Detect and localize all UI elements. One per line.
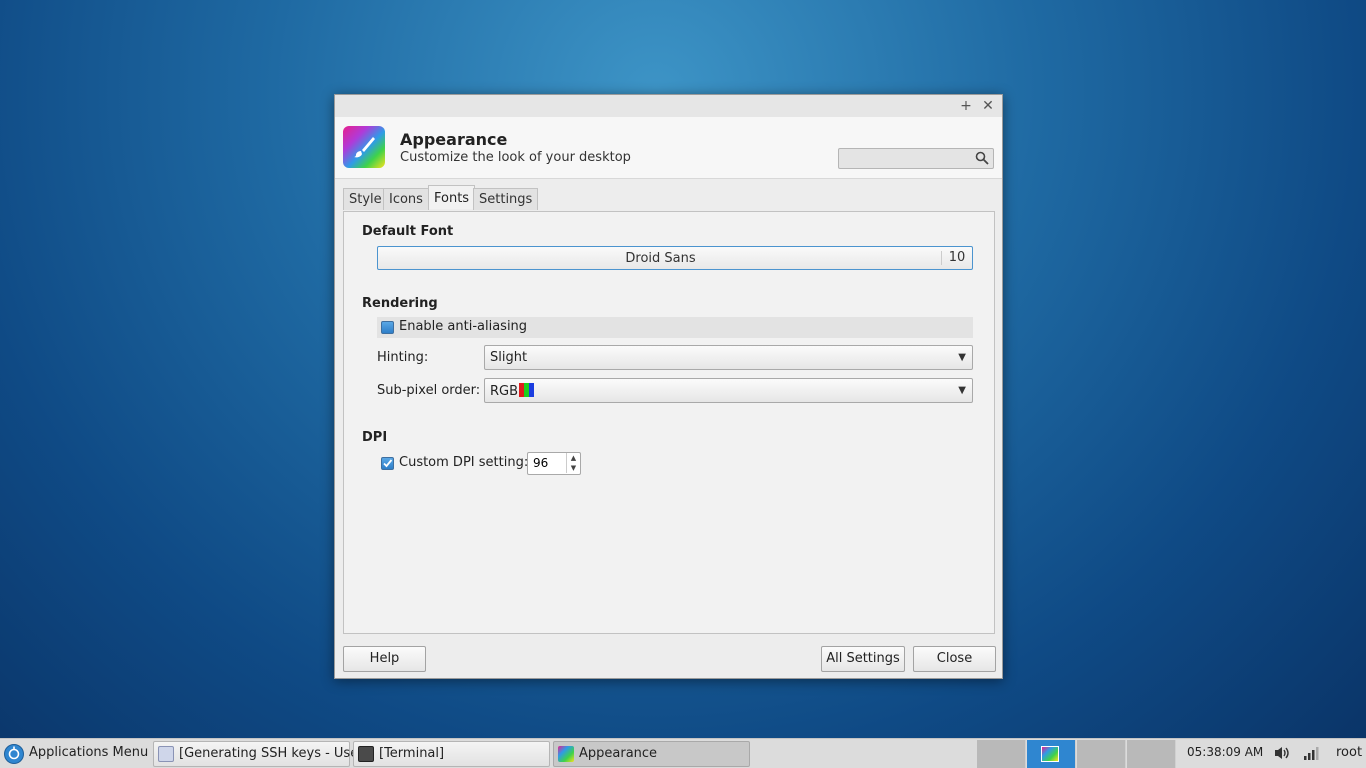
dpi-input[interactable] <box>531 455 569 471</box>
dpi-heading: DPI <box>362 430 388 445</box>
all-settings-button[interactable]: All Settings <box>821 646 905 672</box>
spin-up-icon[interactable]: ▲ <box>566 453 580 463</box>
appearance-window: + ✕ Appearance Customize the look of you… <box>334 94 1003 679</box>
default-font-heading: Default Font <box>362 224 454 239</box>
subpixel-value: RGB <box>490 384 519 399</box>
subpixel-value-wrap: RGB <box>490 383 535 399</box>
terminal-icon <box>358 746 374 762</box>
close-button[interactable]: Close <box>913 646 996 672</box>
hinting-select[interactable]: Slight ▼ <box>484 345 973 370</box>
task-appearance[interactable]: Appearance <box>553 741 750 767</box>
font-name: Droid Sans <box>625 251 696 266</box>
workspace-1[interactable] <box>977 740 1026 768</box>
applications-menu-label: Applications Menu <box>29 745 149 760</box>
workspace-4[interactable] <box>1127 740 1176 768</box>
task-terminal[interactable]: [Terminal] <box>353 741 550 767</box>
subpixel-select[interactable]: RGB ▼ <box>484 378 973 403</box>
font-size: 10 <box>941 251 972 265</box>
volume-icon[interactable] <box>1273 745 1291 765</box>
appearance-icon <box>1041 746 1059 762</box>
taskbar: Applications Menu [Generating SSH keys -… <box>0 738 1366 768</box>
font-chooser-button[interactable]: Droid Sans 10 <box>377 246 973 270</box>
subpixel-label: Sub-pixel order: <box>377 383 481 398</box>
applications-menu-icon <box>4 744 24 764</box>
task-label: [Generating SSH keys - User... <box>179 746 375 761</box>
browser-icon <box>158 746 174 762</box>
help-button[interactable]: Help <box>343 646 426 672</box>
antialias-checkbox[interactable] <box>381 321 394 334</box>
antialias-label: Enable anti-aliasing <box>399 319 528 334</box>
task-label: Appearance <box>579 746 658 761</box>
rgb-order-icon <box>519 383 535 397</box>
tab-icons[interactable]: Icons <box>383 188 429 210</box>
tab-fonts[interactable]: Fonts <box>428 185 476 209</box>
custom-dpi-checkbox[interactable] <box>381 457 394 470</box>
task-ssh-keys[interactable]: [Generating SSH keys - User... <box>153 741 375 767</box>
search-icon[interactable] <box>975 151 989 169</box>
dialog-header: Appearance Customize the look of your de… <box>335 117 1002 179</box>
user-name[interactable]: root <box>1336 745 1362 760</box>
rendering-heading: Rendering <box>362 296 438 311</box>
antialias-row[interactable]: Enable anti-aliasing <box>377 317 973 338</box>
dpi-spinbutton[interactable]: ▲ ▼ <box>527 452 581 475</box>
hinting-value: Slight <box>490 350 528 365</box>
appearance-icon <box>558 746 574 762</box>
custom-dpi-label: Custom DPI setting: <box>399 455 529 470</box>
hinting-label: Hinting: <box>377 350 429 365</box>
network-icon[interactable] <box>1303 745 1319 765</box>
maximize-button[interactable]: + <box>957 97 975 115</box>
tab-style[interactable]: Style <box>343 188 388 210</box>
search-input[interactable] <box>839 149 975 170</box>
tab-settings[interactable]: Settings <box>473 188 539 210</box>
window-titlebar[interactable]: + ✕ <box>335 95 1002 118</box>
search-box[interactable] <box>838 148 994 170</box>
close-window-button[interactable]: ✕ <box>979 97 997 115</box>
workspace-2[interactable] <box>1027 740 1076 768</box>
task-label: [Terminal] <box>379 746 445 761</box>
appearance-brush-icon <box>343 126 385 168</box>
dialog-subtitle: Customize the look of your desktop <box>400 150 631 165</box>
dialog-title: Appearance <box>400 130 508 149</box>
chevron-down-icon: ▼ <box>958 352 966 363</box>
chevron-down-icon: ▼ <box>958 385 966 396</box>
spin-down-icon[interactable]: ▼ <box>566 463 580 473</box>
fonts-panel: Default Font Droid Sans 10 Rendering Ena… <box>343 211 995 634</box>
workspace-3[interactable] <box>1077 740 1126 768</box>
clock[interactable]: 05:38:09 AM <box>1187 745 1263 759</box>
